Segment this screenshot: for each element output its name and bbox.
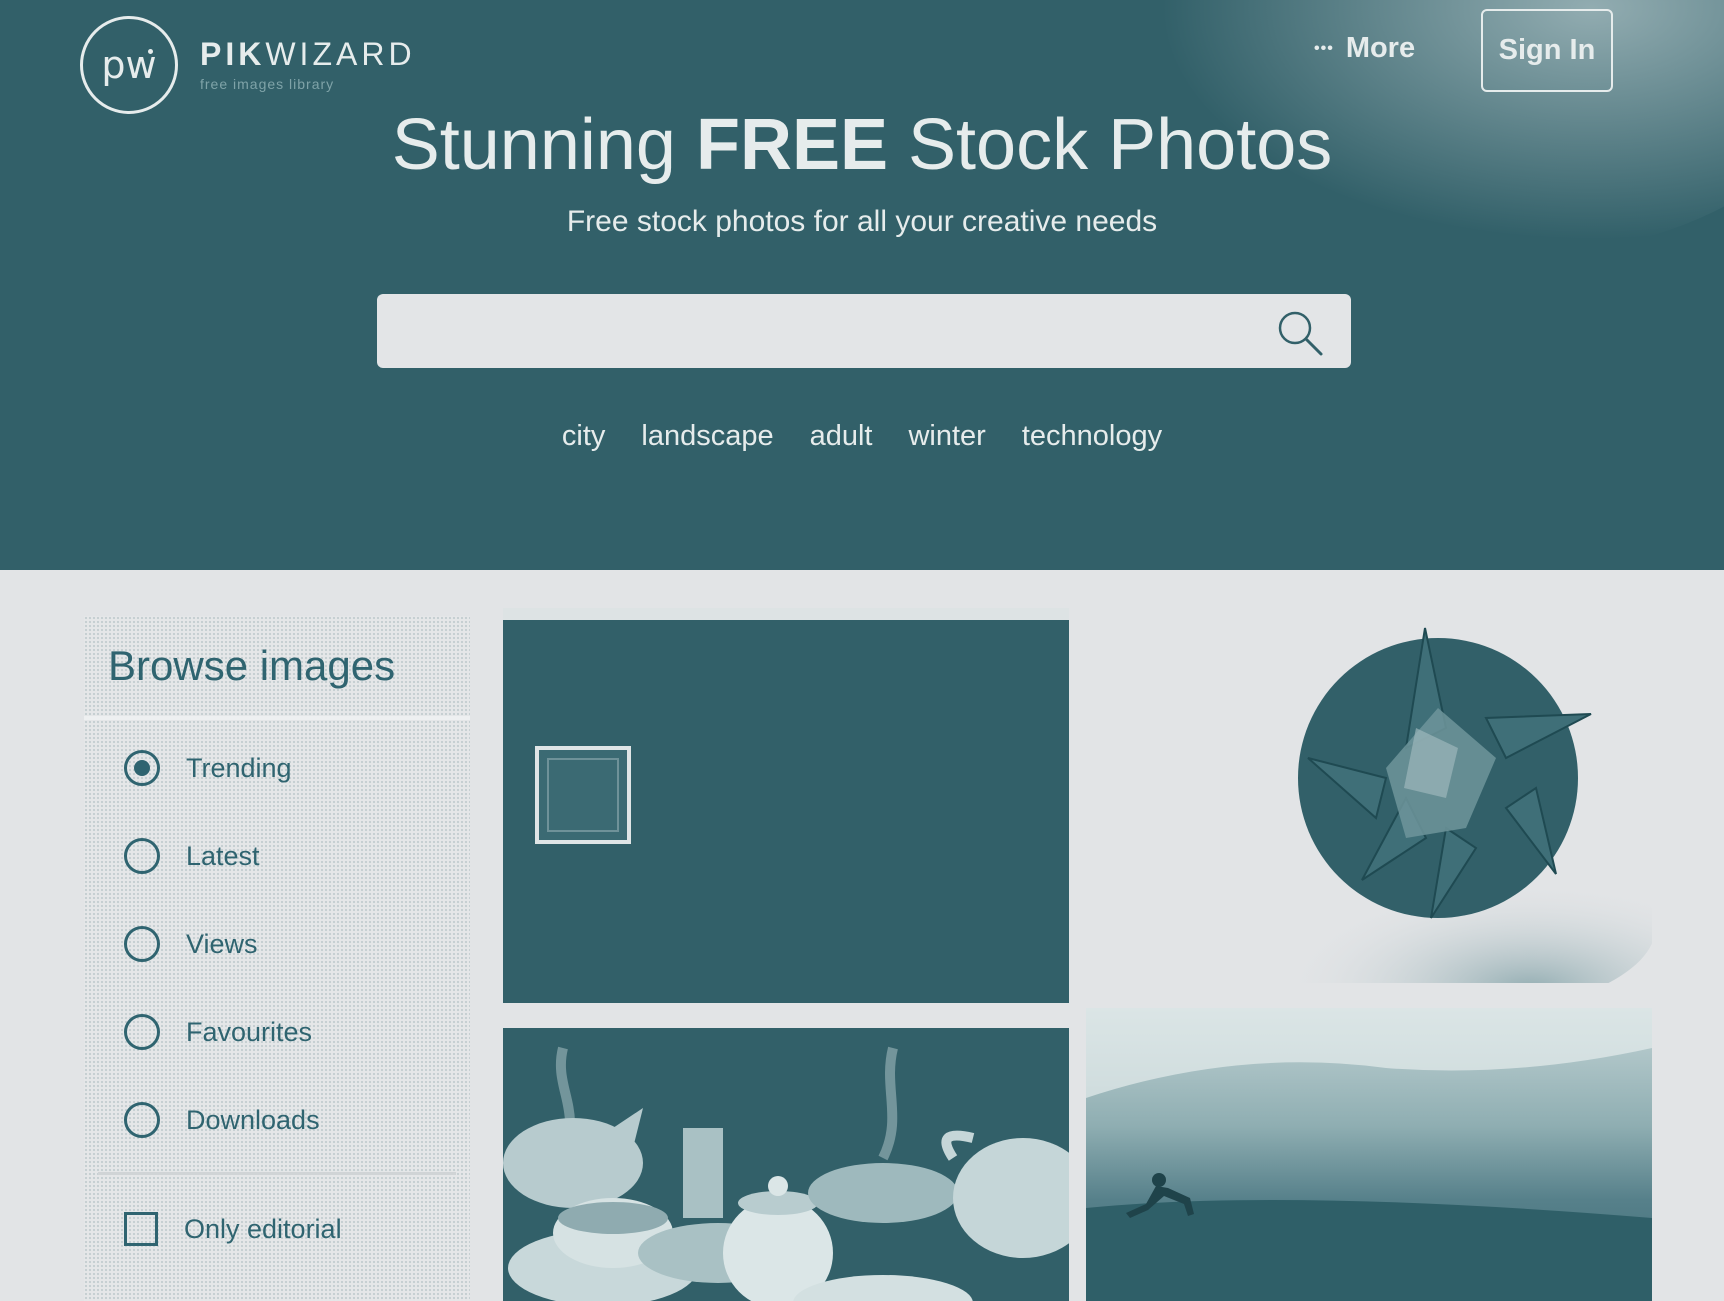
radio-icon xyxy=(124,926,160,962)
search-input[interactable] xyxy=(377,294,1277,368)
brand-name-bold: PIK xyxy=(200,36,266,72)
page-subtitle: Free stock photos for all your creative … xyxy=(566,205,1158,238)
sidebar-divider xyxy=(98,1172,456,1175)
more-menu-button[interactable]: ••• More xyxy=(1314,32,1415,65)
picture-frame xyxy=(535,746,631,844)
filter-label: Latest xyxy=(186,840,260,871)
search-bar xyxy=(377,294,1351,368)
tag-adult[interactable]: adult xyxy=(810,420,873,453)
filter-downloads[interactable]: Downloads xyxy=(124,1102,320,1138)
filter-latest[interactable]: Latest xyxy=(124,838,260,874)
radio-icon xyxy=(124,1014,160,1050)
title-bold: FREE xyxy=(695,105,889,185)
browse-sidebar: Browse images Trending Latest Views Favo… xyxy=(84,616,470,1301)
sign-in-button[interactable]: Sign In xyxy=(1481,9,1613,92)
brand-name-light: WIZARD xyxy=(265,36,416,72)
photo-framed-wall[interactable] xyxy=(503,608,1069,1003)
tag-landscape[interactable]: landscape xyxy=(641,420,773,453)
brand-name: PIKWIZARD xyxy=(200,38,416,70)
page-title: Stunning FREE Stock Photos xyxy=(0,100,1724,190)
editorial-checkbox[interactable]: Only editorial xyxy=(124,1212,342,1246)
tag-city[interactable]: city xyxy=(562,420,606,453)
brand-tagline: free images library xyxy=(200,76,335,92)
paper-star-illustration xyxy=(1236,627,1652,983)
filter-label: Downloads xyxy=(186,1104,320,1135)
filter-label: Trending xyxy=(186,752,292,783)
filter-label: Favourites xyxy=(186,1016,313,1047)
filter-label: Views xyxy=(186,928,258,959)
popular-tags: city landscape adult winter technology xyxy=(0,420,1724,453)
more-dots-icon: ••• xyxy=(1314,39,1334,57)
filter-views[interactable]: Views xyxy=(124,926,258,962)
hero-banner: pw PIKWIZARD free images library ••• Mor… xyxy=(0,0,1724,570)
tag-technology[interactable]: technology xyxy=(1022,420,1162,453)
title-post: Stock Photos xyxy=(888,105,1333,185)
jumping-person-illustration xyxy=(1086,1008,1652,1301)
tea-set-illustration xyxy=(503,1046,1069,1301)
radio-icon xyxy=(124,750,160,786)
filter-trending[interactable]: Trending xyxy=(124,750,292,786)
photo-paper-star[interactable] xyxy=(1086,608,1652,983)
editorial-label: Only editorial xyxy=(184,1213,342,1244)
radio-icon xyxy=(124,838,160,874)
filter-favourites[interactable]: Favourites xyxy=(124,1014,312,1050)
checkbox-icon xyxy=(124,1212,158,1246)
search-icon[interactable] xyxy=(1275,308,1325,358)
photo-tea-set[interactable] xyxy=(503,1028,1069,1301)
radio-icon xyxy=(124,1102,160,1138)
title-pre: Stunning xyxy=(391,105,696,185)
photo-jumping-person[interactable] xyxy=(1086,1008,1652,1301)
sidebar-heading: Browse images xyxy=(84,616,470,720)
more-label: More xyxy=(1345,32,1416,64)
tag-winter[interactable]: winter xyxy=(908,420,985,453)
logo-text: PIKWIZARD free images library xyxy=(200,38,416,92)
